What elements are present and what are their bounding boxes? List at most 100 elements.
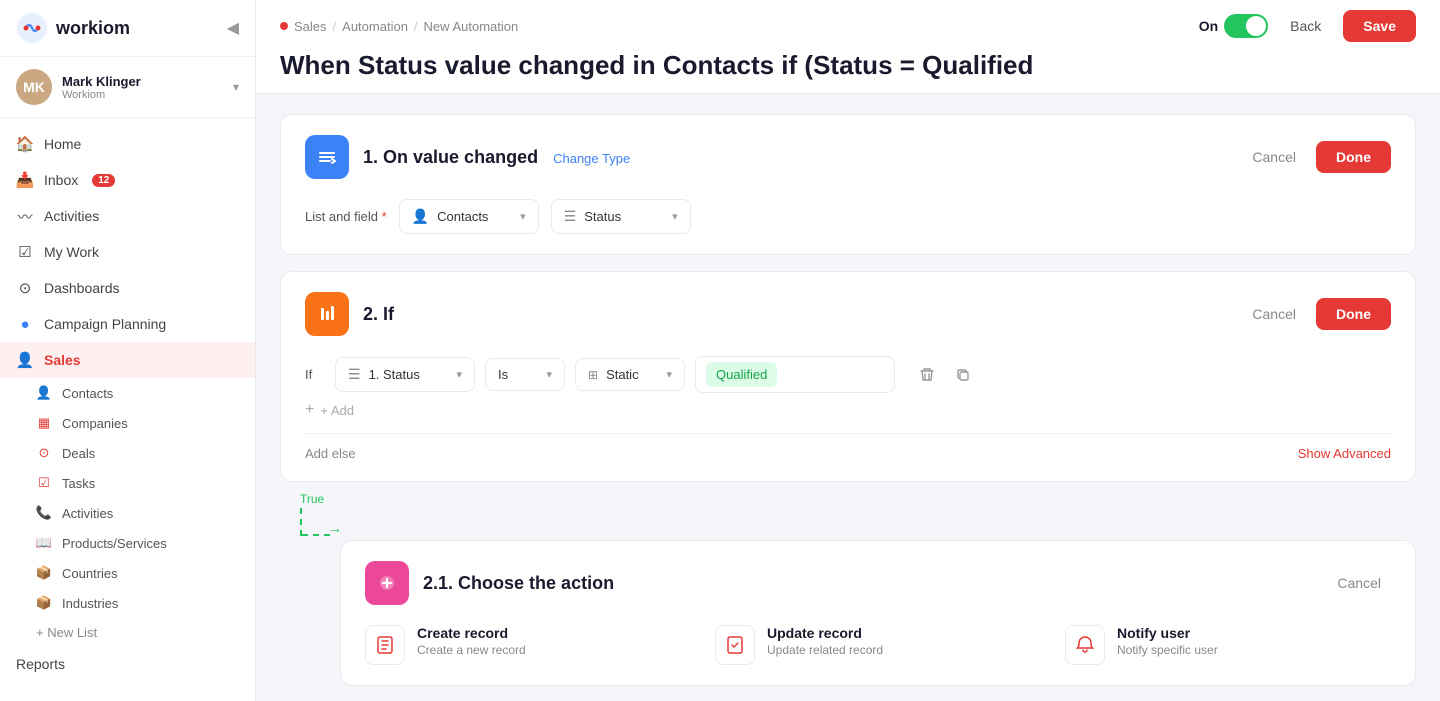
step1-actions: Cancel Done (1242, 141, 1391, 173)
sidebar-sub-companies[interactable]: ▦ Companies (0, 408, 255, 438)
step21-actions: Cancel (1327, 569, 1391, 597)
step1-cancel-button[interactable]: Cancel (1242, 143, 1306, 171)
list-dropdown[interactable]: 👤 Contacts ▾ (399, 199, 539, 234)
change-type-link[interactable]: Change Type (553, 151, 630, 166)
notify-user-desc: Notify specific user (1117, 643, 1218, 657)
main-content: Sales / Automation / New Automation On B… (256, 0, 1440, 701)
automation-toggle[interactable] (1224, 14, 1268, 38)
avatar: MK (16, 69, 52, 105)
sidebar-sub-label: Industries (62, 596, 118, 611)
contacts-dropdown-icon: 👤 (412, 208, 429, 225)
breadcrumb-sales[interactable]: Sales (294, 19, 327, 34)
cond-field-arrow: ▾ (456, 368, 462, 381)
step2-header: 2. If Cancel Done (305, 292, 1391, 336)
notify-user-option[interactable]: Notify user Notify specific user (1065, 625, 1391, 665)
create-record-option[interactable]: Create record Create a new record (365, 625, 691, 665)
step2-card: 2. If Cancel Done If ☰ 1. Status ▾ Is ▾ (280, 271, 1416, 482)
create-record-icon (365, 625, 405, 665)
tasks-icon: ☑ (36, 475, 52, 491)
condition-field-dropdown[interactable]: ☰ 1. Status ▾ (335, 357, 475, 392)
cond-type-icon: ⊞ (588, 368, 598, 382)
nav-section: 🏠 Home 📥 Inbox 12 〰 Activities ☑ My Work… (0, 118, 255, 689)
sidebar-sub-products[interactable]: 📖 Products/Services (0, 528, 255, 558)
field-dropdown-arrow: ▾ (672, 210, 678, 223)
action-options: Create record Create a new record Update… (365, 625, 1391, 665)
dashboards-icon: ⊙ (16, 279, 34, 297)
activities-icon: 〰 (16, 207, 34, 225)
sidebar-sub-label: Deals (62, 446, 95, 461)
topbar-actions: On Back Save (1199, 10, 1416, 42)
sidebar-item-label: Inbox (44, 172, 78, 188)
show-advanced-link[interactable]: Show Advanced (1298, 446, 1391, 461)
step2-cancel-button[interactable]: Cancel (1242, 300, 1306, 328)
sidebar-sub-activities[interactable]: 📞 Activities (0, 498, 255, 528)
sidebar-sub-label: Contacts (62, 386, 113, 401)
sidebar-item-my-work[interactable]: ☑ My Work (0, 234, 255, 270)
new-list-button[interactable]: + New List (0, 618, 255, 647)
cond-field-icon: ☰ (348, 366, 361, 383)
add-label: + Add (320, 403, 354, 418)
step1-title: 1. On value changed Change Type (363, 147, 1228, 168)
breadcrumb-dot (280, 22, 288, 30)
sidebar-sub-deals[interactable]: ⊙ Deals (0, 438, 255, 468)
step21-cancel-button[interactable]: Cancel (1327, 569, 1391, 597)
sidebar-item-label: Activities (44, 208, 99, 224)
user-name: Mark Klinger (62, 74, 223, 89)
sidebar-item-home[interactable]: 🏠 Home (0, 126, 255, 162)
deals-icon: ⊙ (36, 445, 52, 461)
user-chevron-icon: ▾ (233, 80, 239, 94)
save-button[interactable]: Save (1343, 10, 1416, 42)
sidebar-header: workiom ◀ (0, 0, 255, 57)
create-record-desc: Create a new record (417, 643, 526, 657)
sidebar-item-activities[interactable]: 〰 Activities (0, 198, 255, 234)
step21-header: 2.1. Choose the action Cancel (365, 561, 1391, 605)
step2-actions: Cancel Done (1242, 298, 1391, 330)
sidebar-item-campaign-planning[interactable]: ● Campaign Planning (0, 306, 255, 342)
add-else-link[interactable]: Add else (305, 446, 356, 461)
condition-row-actions (913, 361, 977, 389)
add-icon: + (305, 401, 314, 419)
condition-value-input[interactable]: Qualified (695, 356, 895, 393)
step2-done-button[interactable]: Done (1316, 298, 1391, 330)
user-section[interactable]: MK Mark Klinger Workiom ▾ (0, 57, 255, 118)
sidebar-item-label: Campaign Planning (44, 316, 166, 332)
field-dropdown-value: Status (584, 209, 658, 224)
home-icon: 🏠 (16, 135, 34, 153)
condition-type-dropdown[interactable]: ⊞ Static ▾ (575, 358, 685, 391)
step1-done-button[interactable]: Done (1316, 141, 1391, 173)
breadcrumb-current: New Automation (424, 19, 519, 34)
sidebar-item-label: My Work (44, 244, 99, 260)
back-button[interactable]: Back (1280, 12, 1331, 40)
update-record-option[interactable]: Update record Update related record (715, 625, 1041, 665)
sidebar-logo[interactable]: workiom (16, 12, 130, 44)
sidebar-sub-label: Companies (62, 416, 128, 431)
sidebar-sub-tasks[interactable]: ☑ Tasks (0, 468, 255, 498)
add-condition-row[interactable]: + + Add (305, 393, 1391, 419)
condition-op-dropdown[interactable]: Is ▾ (485, 358, 565, 391)
field-dropdown[interactable]: ☰ Status ▾ (551, 199, 691, 234)
delete-condition-button[interactable] (913, 361, 941, 389)
create-record-title: Create record (417, 625, 526, 641)
my-work-icon: ☑ (16, 243, 34, 261)
sidebar-item-inbox[interactable]: 📥 Inbox 12 (0, 162, 255, 198)
sidebar-sub-industries[interactable]: 📦 Industries (0, 588, 255, 618)
sales-icon: 👤 (16, 351, 34, 369)
step2-icon (305, 292, 349, 336)
notify-user-title: Notify user (1117, 625, 1218, 641)
products-icon: 📖 (36, 535, 52, 551)
sidebar-item-dashboards[interactable]: ⊙ Dashboards (0, 270, 255, 306)
list-dropdown-value: Contacts (437, 209, 506, 224)
sidebar-item-label: Dashboards (44, 280, 120, 296)
step2-title: 2. If (363, 304, 1228, 325)
sidebar-item-sales[interactable]: 👤 Sales (0, 342, 255, 378)
field-label: List and field * (305, 209, 387, 224)
list-dropdown-arrow: ▾ (520, 210, 526, 223)
sidebar-item-reports[interactable]: Reports (0, 647, 255, 681)
industries-icon: 📦 (36, 595, 52, 611)
sidebar-collapse-btn[interactable]: ◀ (227, 18, 239, 38)
copy-condition-button[interactable] (949, 361, 977, 389)
true-connector: True → (280, 492, 1416, 536)
sidebar-sub-contacts[interactable]: 👤 Contacts (0, 378, 255, 408)
sidebar-sub-countries[interactable]: 📦 Countries (0, 558, 255, 588)
breadcrumb-automation[interactable]: Automation (342, 19, 408, 34)
